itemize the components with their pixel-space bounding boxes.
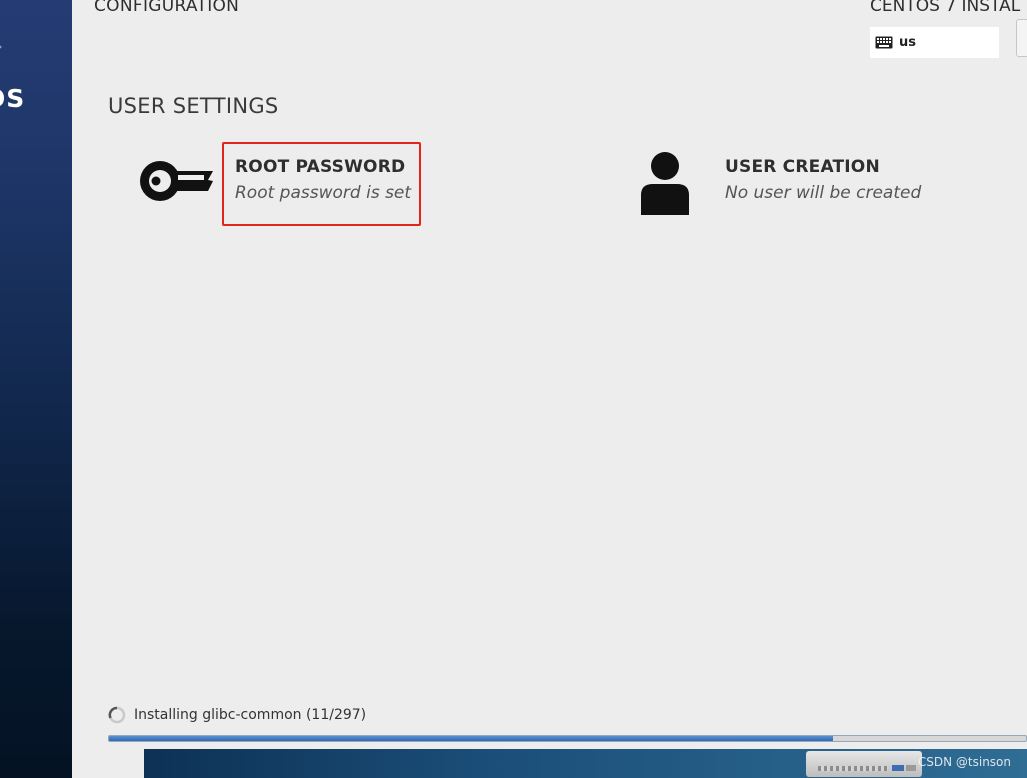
- server-device-image: [806, 751, 922, 777]
- keyboard-layout-label: us: [899, 35, 916, 50]
- centos-logo-icon: [0, 45, 2, 49]
- user-creation-status: No user will be created: [725, 183, 922, 203]
- root-password-title: ROOT PASSWORD: [235, 157, 406, 177]
- user-creation-spoke[interactable]: USER CREATION No user will be created: [725, 157, 921, 203]
- sidebar-logo-text: OS: [0, 84, 26, 113]
- progress-label: Installing glibc-common (11/297): [134, 707, 367, 723]
- progress-bar: [108, 735, 1027, 742]
- spinner-icon: [108, 706, 126, 724]
- device-lamp: [892, 765, 904, 771]
- help-button[interactable]: [1016, 19, 1027, 57]
- product-title: CENTOS 7 INSTAL: [870, 0, 1021, 16]
- progress-fill: [109, 736, 834, 741]
- page-title: CONFIGURATION: [94, 0, 240, 16]
- keyboard-layout-indicator[interactable]: us: [870, 27, 999, 58]
- key-icon[interactable]: [136, 156, 214, 206]
- user-icon[interactable]: [639, 151, 691, 215]
- promo-banner: [144, 749, 1027, 778]
- device-lamp: [906, 765, 916, 771]
- root-password-status: Root password is set: [235, 183, 412, 203]
- watermark-text: CSDN @tsinson: [917, 755, 1011, 769]
- device-slot: [818, 766, 888, 771]
- section-title: USER SETTINGS: [108, 94, 279, 118]
- root-password-spoke[interactable]: ROOT PASSWORD Root password is set: [235, 157, 411, 203]
- keyboard-icon: [875, 36, 893, 49]
- sidebar: OS: [0, 0, 72, 778]
- user-creation-title: USER CREATION: [725, 157, 880, 177]
